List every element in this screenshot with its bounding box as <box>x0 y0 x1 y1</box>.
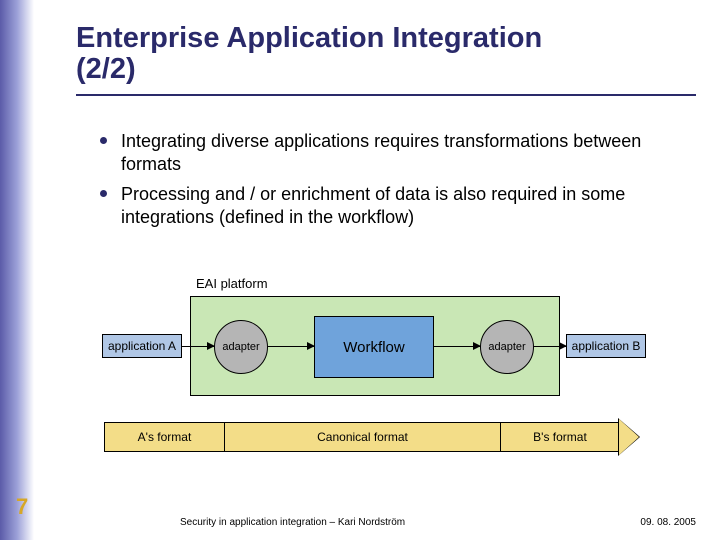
left-gradient-bar <box>0 0 34 540</box>
arrow-icon <box>182 346 214 347</box>
list-item: Integrating diverse applications require… <box>100 130 696 177</box>
workflow-node: Workflow <box>314 316 434 378</box>
arrow-icon <box>434 346 480 347</box>
bullet-text: Integrating diverse applications require… <box>121 130 696 177</box>
canonical-format-box: Canonical format <box>224 422 500 452</box>
application-a-node: application A <box>102 334 182 358</box>
slide-content: Enterprise Application Integration (2/2)… <box>76 22 696 236</box>
bullet-icon <box>100 137 107 144</box>
bullet-icon <box>100 190 107 197</box>
format-b-box: B's format <box>500 422 620 452</box>
application-b-node: application B <box>566 334 646 358</box>
format-a-box: A's format <box>104 422 224 452</box>
slide-title: Enterprise Application Integration <box>76 22 696 55</box>
arrowhead-icon <box>619 419 639 455</box>
title-underline <box>76 94 696 96</box>
footer-date: 09. 08. 2005 <box>640 517 696 528</box>
page-number: 7 <box>16 494 28 520</box>
eai-diagram: EAI platform application A adapter Workf… <box>110 276 640 476</box>
arrow-icon <box>534 346 566 347</box>
format-arrow: A's format Canonical format B's format <box>104 422 640 452</box>
slide-counter: (2/2) <box>76 53 696 86</box>
bullet-list: Integrating diverse applications require… <box>76 130 696 230</box>
eai-platform-label: EAI platform <box>196 276 268 291</box>
arrow-icon <box>268 346 314 347</box>
adapter-right-node: adapter <box>480 320 534 374</box>
footer-author: Security in application integration – Ka… <box>180 517 405 528</box>
list-item: Processing and / or enrichment of data i… <box>100 183 696 230</box>
bullet-text: Processing and / or enrichment of data i… <box>121 183 696 230</box>
adapter-left-node: adapter <box>214 320 268 374</box>
